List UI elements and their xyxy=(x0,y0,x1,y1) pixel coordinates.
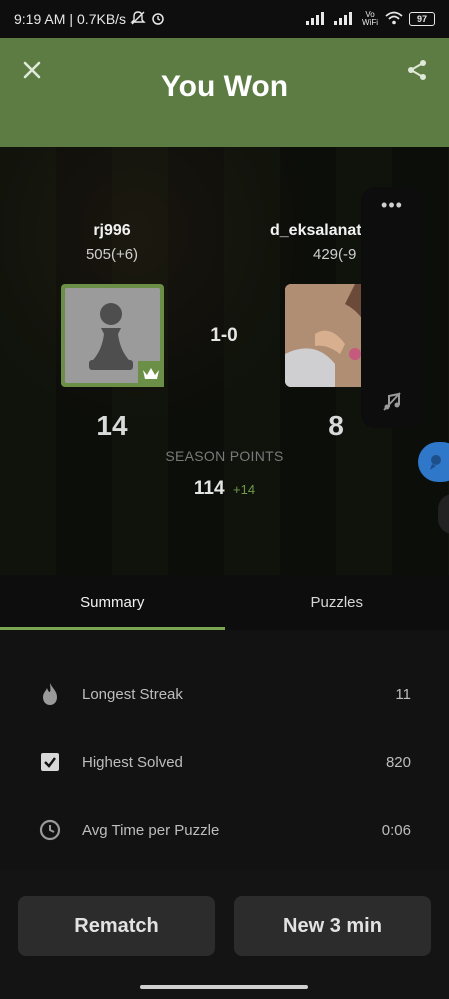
status-time: 9:19 AM xyxy=(14,11,66,27)
floating-side-panel: ••• xyxy=(361,187,423,428)
page-title: You Won xyxy=(160,70,289,103)
wifi-icon xyxy=(385,11,403,28)
status-speed: 0.7KB/s xyxy=(77,11,127,27)
status-separator: | xyxy=(69,11,74,27)
notification-muted-icon xyxy=(130,10,146,29)
summary-label: Avg Time per Puzzle xyxy=(82,821,220,839)
alarm-icon xyxy=(150,10,166,29)
battery-icon: 97 xyxy=(409,12,435,26)
player-left-rating: 505(+6) xyxy=(85,246,139,263)
more-options-icon[interactable]: ••• xyxy=(361,195,423,216)
result-tabs: Summary Puzzles xyxy=(0,575,449,630)
player-left-name[interactable]: rj996 xyxy=(62,222,162,240)
result-header: You Won xyxy=(0,38,449,147)
signal-icon-2 xyxy=(333,11,355,28)
season-total-value: 114 xyxy=(193,478,225,499)
status-bar: 9:19 AM | 0.7KB/s Vo WiFi 97 xyxy=(0,0,449,38)
summary-value: 0:06 xyxy=(381,821,411,839)
summary-row-highest-solved: Highest Solved 820 xyxy=(0,742,449,782)
chat-icon xyxy=(430,455,441,470)
season-points-label: SEASON POINTS xyxy=(165,448,284,464)
summary-row-longest-streak: Longest Streak 11 xyxy=(0,674,449,714)
signal-icon xyxy=(305,11,327,28)
season-total: 114 +14 xyxy=(0,478,449,500)
home-indicator[interactable] xyxy=(140,985,308,989)
season-total-delta: +14 xyxy=(233,482,256,497)
rematch-button[interactable]: Rematch xyxy=(18,896,215,956)
share-icon[interactable] xyxy=(405,58,429,82)
match-score: 1-0 xyxy=(210,325,238,346)
player-left: rj996 505(+6) xyxy=(62,222,162,263)
summary-value: 820 xyxy=(385,753,411,771)
tab-puzzles[interactable]: Puzzles xyxy=(225,575,449,630)
summary-label: Longest Streak xyxy=(82,685,183,703)
checkbox-icon xyxy=(38,750,62,774)
summary-value: 11 xyxy=(395,685,411,703)
vowifi-label: Vo WiFi xyxy=(362,10,378,27)
flame-icon xyxy=(38,682,62,706)
new-game-button[interactable]: New 3 min xyxy=(234,896,431,956)
summary-label: Highest Solved xyxy=(82,753,183,771)
player-left-season-points: 14 xyxy=(96,410,128,441)
summary-panel: Longest Streak 11 Highest Solved 820 Avg… xyxy=(0,630,449,870)
clock-icon xyxy=(38,818,62,842)
summary-row-avg-time: Avg Time per Puzzle 0:06 xyxy=(0,810,449,850)
player-left-avatar[interactable] xyxy=(61,284,164,387)
tab-summary[interactable]: Summary xyxy=(0,575,225,630)
crown-icon xyxy=(138,361,164,387)
music-off-icon[interactable] xyxy=(380,390,404,414)
